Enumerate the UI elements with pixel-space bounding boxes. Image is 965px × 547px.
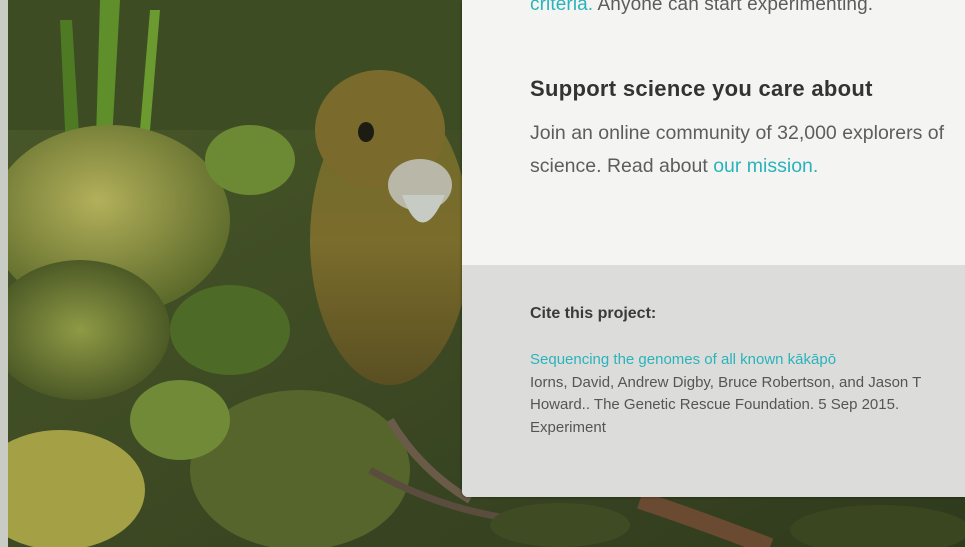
support-heading: Support science you care about xyxy=(530,76,873,101)
project-info-panel: criteria. Anyone can start experimenting… xyxy=(462,0,965,497)
our-mission-link[interactable]: our mission. xyxy=(713,155,818,177)
criteria-link[interactable]: criteria. xyxy=(530,0,593,15)
cite-section: Cite this project: Sequencing the genome… xyxy=(462,265,965,497)
support-description: Join an online community of 32,000 explo… xyxy=(530,117,950,183)
cite-heading: Cite this project: xyxy=(530,305,657,322)
citation-authors: Iorns, David, Andrew Digby, Bruce Robert… xyxy=(530,373,922,436)
panel-top-section: criteria. Anyone can start experimenting… xyxy=(462,0,965,265)
citation: Sequencing the genomes of all known kākā… xyxy=(530,349,965,439)
citation-title-link[interactable]: Sequencing the genomes of all known kākā… xyxy=(530,349,965,372)
left-edge-strip xyxy=(0,0,8,547)
criteria-line-text: Anyone can start experimenting. xyxy=(593,0,874,15)
criteria-line: criteria. Anyone can start experimenting… xyxy=(530,0,873,16)
